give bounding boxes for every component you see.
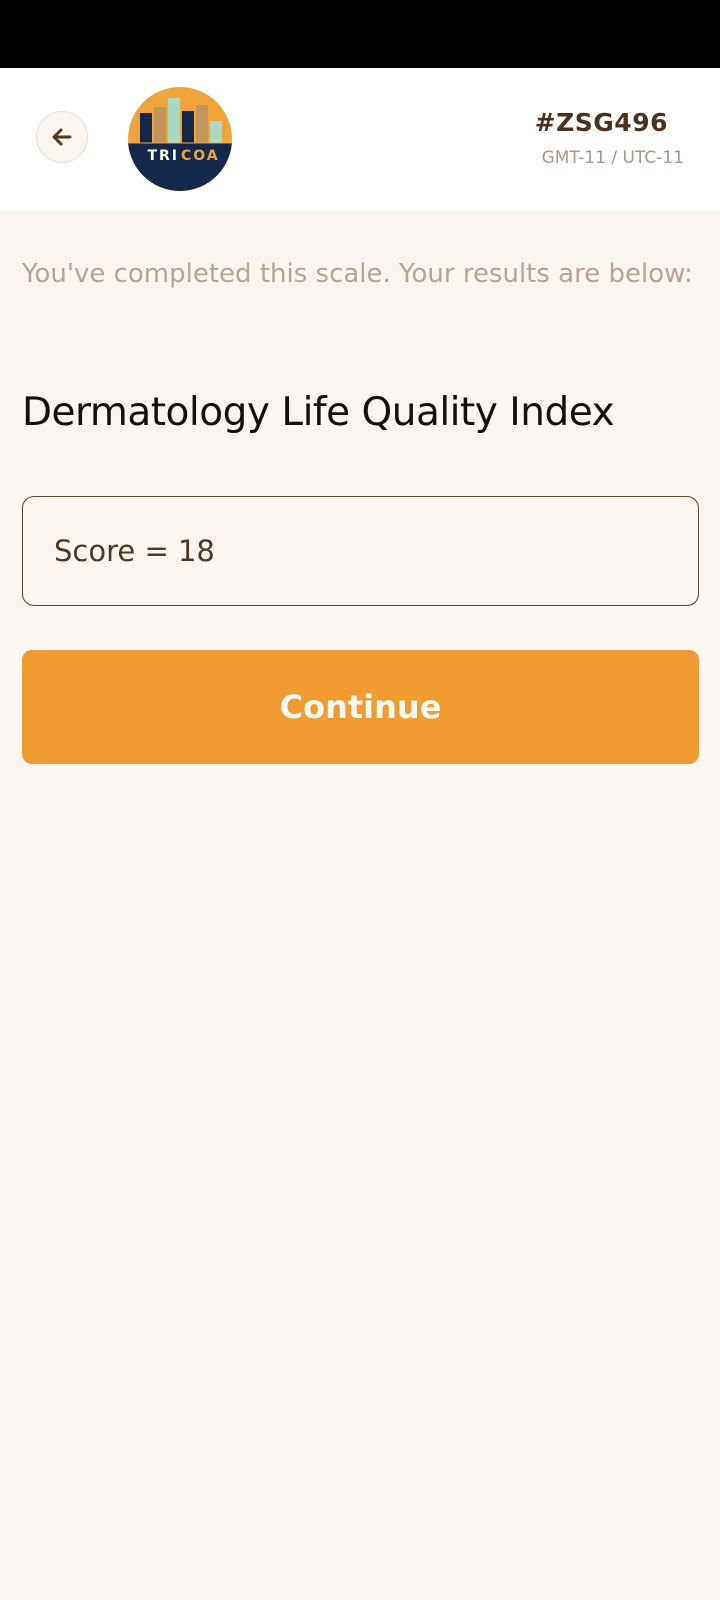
- status-bar: [0, 0, 720, 68]
- continue-button[interactable]: Continue: [22, 650, 699, 764]
- session-code: #ZSG496: [534, 108, 668, 137]
- arrow-left-icon: [52, 128, 72, 146]
- logo-text-coa: COA: [181, 148, 220, 164]
- logo-text-tri: TRI: [147, 148, 179, 164]
- scale-title: Dermatology Life Quality Index: [22, 390, 615, 435]
- completion-message: You've completed this scale. Your result…: [22, 259, 693, 289]
- score-value: Score = 18: [54, 534, 215, 568]
- tricoa-logo: TRI COA: [128, 87, 232, 191]
- timezone-label: GMT-11 / UTC-11: [541, 148, 684, 168]
- score-card: Score = 18: [22, 496, 699, 606]
- app-header: TRI COA #ZSG496 GMT-11 / UTC-11: [0, 68, 720, 211]
- back-button[interactable]: [36, 111, 88, 163]
